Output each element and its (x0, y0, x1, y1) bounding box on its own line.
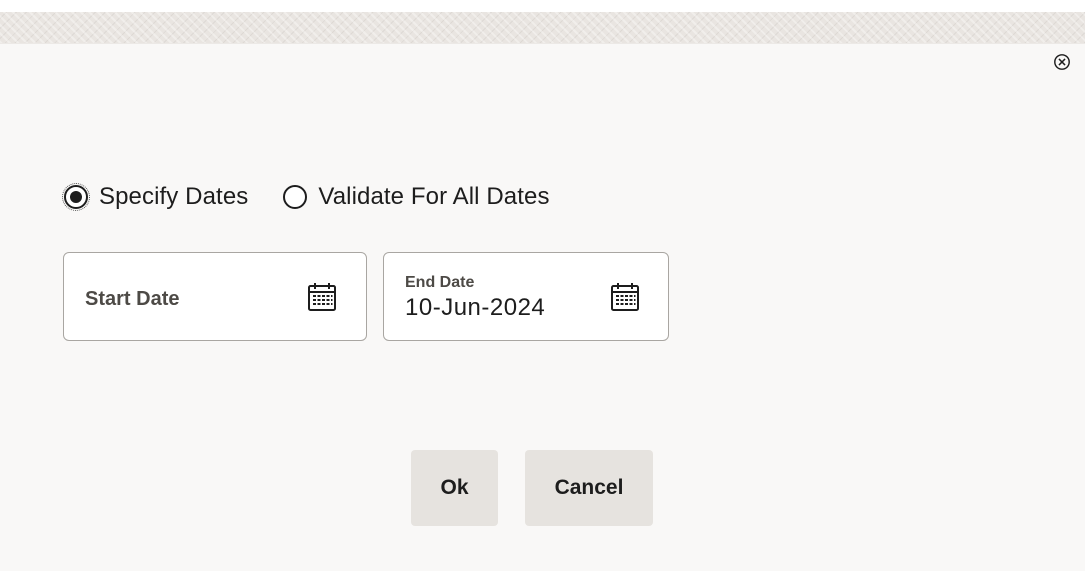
close-button[interactable] (1051, 51, 1073, 73)
radio-validate-all-dates[interactable]: Validate For All Dates (283, 183, 549, 211)
radio-specify-dates[interactable]: Specify Dates (62, 183, 249, 211)
end-date-label: End Date (405, 274, 475, 291)
end-date-calendar-button[interactable] (606, 278, 644, 316)
radio-specify-dates-indicator[interactable] (62, 183, 90, 211)
date-validation-dialog: Specify Dates Validate For All Dates Sta… (0, 0, 1085, 571)
start-date-field[interactable]: Start Date (63, 252, 367, 341)
radio-selected-dot (70, 191, 82, 203)
start-date-label: Start Date (85, 288, 180, 310)
radio-specify-dates-label: Specify Dates (99, 183, 249, 210)
start-date-calendar-button[interactable] (303, 278, 341, 316)
calendar-icon (308, 283, 336, 311)
date-mode-radio-group: Specify Dates Validate For All Dates (62, 183, 585, 211)
dialog-top-edge (0, 0, 1085, 12)
ok-button[interactable]: Ok (411, 450, 498, 526)
radio-validate-all-dates-label: Validate For All Dates (318, 183, 550, 210)
calendar-icon (611, 283, 639, 311)
radio-validate-all-dates-indicator[interactable] (283, 185, 308, 209)
end-date-field[interactable]: End Date 10-Jun-2024 (383, 252, 669, 341)
close-circle-icon (1054, 54, 1070, 70)
end-date-value[interactable]: 10-Jun-2024 (405, 294, 565, 322)
cancel-button[interactable]: Cancel (525, 450, 653, 526)
